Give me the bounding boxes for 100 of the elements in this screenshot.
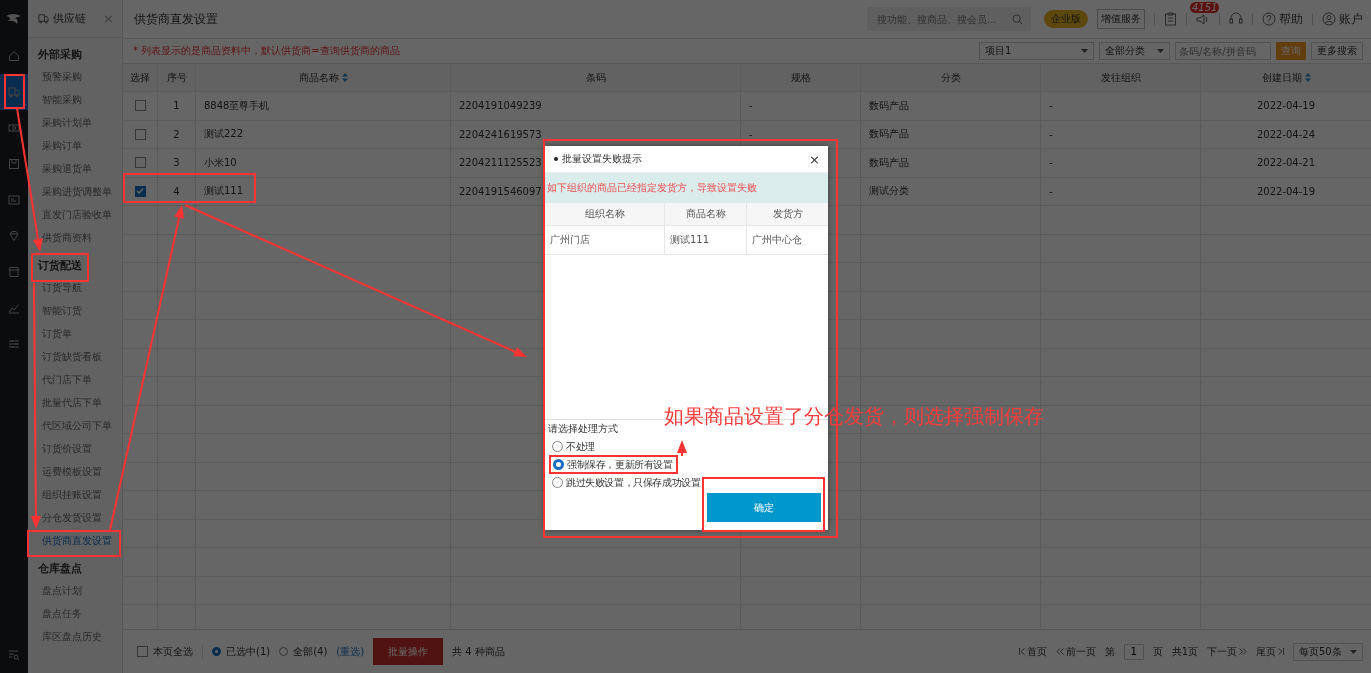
column-header: 序号 xyxy=(158,64,196,91)
query-button[interactable]: 查询 xyxy=(1276,42,1306,60)
diamond-icon xyxy=(8,230,20,242)
column-header: 商品名称 xyxy=(685,207,726,221)
truck-icon xyxy=(8,86,20,98)
table-cell: - xyxy=(749,128,753,140)
table-cell: 数码产品 xyxy=(869,155,909,170)
scope-radio[interactable] xyxy=(212,647,221,656)
module-title: 供应链 xyxy=(53,11,87,26)
headset-icon[interactable] xyxy=(1229,12,1243,26)
last-page-button[interactable]: 尾页 xyxy=(1256,644,1284,659)
banknote-icon xyxy=(8,122,20,134)
table-cell: - xyxy=(1049,128,1053,140)
table-cell: - xyxy=(1049,100,1053,112)
last-page-icon xyxy=(1278,648,1284,655)
table-cell: 2022-04-24 xyxy=(1256,128,1316,140)
table-cell: 2 xyxy=(173,128,180,140)
table-cell: - xyxy=(1049,185,1053,197)
table-cell: 1 xyxy=(173,100,180,112)
row-checkbox[interactable] xyxy=(134,100,146,112)
column-header: 规格 xyxy=(741,64,861,91)
column-header: 选择 xyxy=(130,70,150,85)
sidebar-item[interactable]: 供货商直发设置 xyxy=(28,529,112,552)
batch-action-button[interactable]: 批量操作 xyxy=(373,638,444,665)
option-radio[interactable] xyxy=(553,459,564,470)
radio-label: 不处理 xyxy=(566,440,595,453)
column-header: 发货方 xyxy=(772,207,803,221)
table-cell: 2204191049239 xyxy=(459,100,542,112)
confirm-button[interactable]: 确定 xyxy=(707,493,821,522)
highlight-box xyxy=(31,253,89,282)
table-cell: 8848至尊手机 xyxy=(204,98,270,113)
table-cell: 2204211125523 xyxy=(459,157,542,169)
sliders-icon xyxy=(8,338,20,350)
notification-count: 4151 xyxy=(1190,1,1220,13)
page-label: 页 xyxy=(1152,644,1163,659)
prompt-text: 请选择处理方式 xyxy=(548,422,619,436)
select-page-checkbox[interactable] xyxy=(137,646,148,657)
table-cell: 小米10 xyxy=(204,155,237,170)
table-cell: 广州门店 xyxy=(550,233,590,247)
error-message: 如下组织的商品已经指定发货方，导致设置失败 xyxy=(545,173,828,203)
table-cell: 广州中心仓 xyxy=(752,233,802,247)
caret-icon xyxy=(1157,49,1164,53)
sort-icon[interactable] xyxy=(341,73,348,82)
notification-button[interactable] xyxy=(1196,12,1210,26)
checkbox-label: 本页全选 xyxy=(153,644,193,659)
logo-icon xyxy=(5,13,23,25)
column-header: 组织名称 xyxy=(584,207,625,221)
column-header: 发往组织 xyxy=(1041,64,1201,91)
help-link[interactable]: 帮助 xyxy=(1262,10,1303,28)
option-radio[interactable] xyxy=(552,477,563,488)
table-cell: 数码产品 xyxy=(869,98,909,113)
row-checkbox[interactable] xyxy=(134,157,146,169)
option-radio[interactable] xyxy=(552,441,563,452)
double-chevron-left-icon xyxy=(1055,648,1064,655)
more-search-button[interactable]: 更多搜索 xyxy=(1311,42,1363,60)
radio-label: 全部(4) xyxy=(293,644,328,659)
double-chevron-right-icon xyxy=(1239,648,1247,655)
reselect-link[interactable]: (重选) xyxy=(336,644,365,659)
sort-icon[interactable] xyxy=(1304,73,1311,82)
project-select[interactable]: 项目1 xyxy=(979,42,1094,60)
sidebar-group-title: 仓库盘点 xyxy=(38,561,82,576)
column-header[interactable]: 创建日期 xyxy=(1201,64,1371,91)
category-select[interactable]: 全部分类 xyxy=(1099,42,1170,60)
caret-icon xyxy=(1081,49,1088,53)
close-button[interactable]: × xyxy=(103,11,114,26)
table-cell: 2022-04-19 xyxy=(1256,100,1316,112)
truck-icon xyxy=(38,13,49,24)
user-icon xyxy=(1322,12,1336,26)
close-button[interactable]: × xyxy=(809,151,820,167)
radio-label: 已选中(1) xyxy=(226,644,271,659)
home-icon xyxy=(8,50,20,62)
column-header[interactable]: 商品名称 xyxy=(196,64,451,91)
sidebar-group-title: 订货配送 xyxy=(38,258,82,273)
first-page-button[interactable]: 首页 xyxy=(1018,644,1047,659)
clipboard-icon[interactable] xyxy=(1164,12,1177,26)
page-count: 共1页 xyxy=(1171,644,1198,659)
page-size-select[interactable]: 每页50条 xyxy=(1293,642,1363,661)
total-count: 共 4 种商品 xyxy=(452,644,505,659)
table-cell: 测试222 xyxy=(204,127,244,142)
table-cell: 数码产品 xyxy=(869,127,909,142)
row-checkbox[interactable] xyxy=(134,185,146,197)
table-cell: 3 xyxy=(173,157,180,169)
notice-text: * 列表显示的是商品资料中，默认供货商=查询供货商的商品 xyxy=(133,44,400,58)
account-link[interactable]: 账户 xyxy=(1322,10,1363,28)
id-card-icon xyxy=(8,194,20,206)
shop-icon xyxy=(8,266,20,278)
dialog-title: 批量设置失败提示 xyxy=(562,152,642,166)
page-number-field[interactable]: 1 xyxy=(1123,643,1144,660)
edition-badge: 企业版 xyxy=(1044,10,1088,28)
highlight-box xyxy=(4,74,25,109)
table-cell: 2022-04-21 xyxy=(1256,157,1316,169)
scope-radio[interactable] xyxy=(279,647,289,656)
row-checkbox[interactable] xyxy=(134,128,146,140)
page-label: 第 xyxy=(1104,644,1115,659)
first-page-icon xyxy=(1018,648,1025,655)
page-title: 供货商直发设置 xyxy=(134,10,218,28)
value-added-button[interactable]: 增值服务 xyxy=(1097,9,1145,29)
bullet-icon xyxy=(554,157,558,161)
box-icon xyxy=(8,158,20,170)
search-icon xyxy=(1012,13,1023,25)
